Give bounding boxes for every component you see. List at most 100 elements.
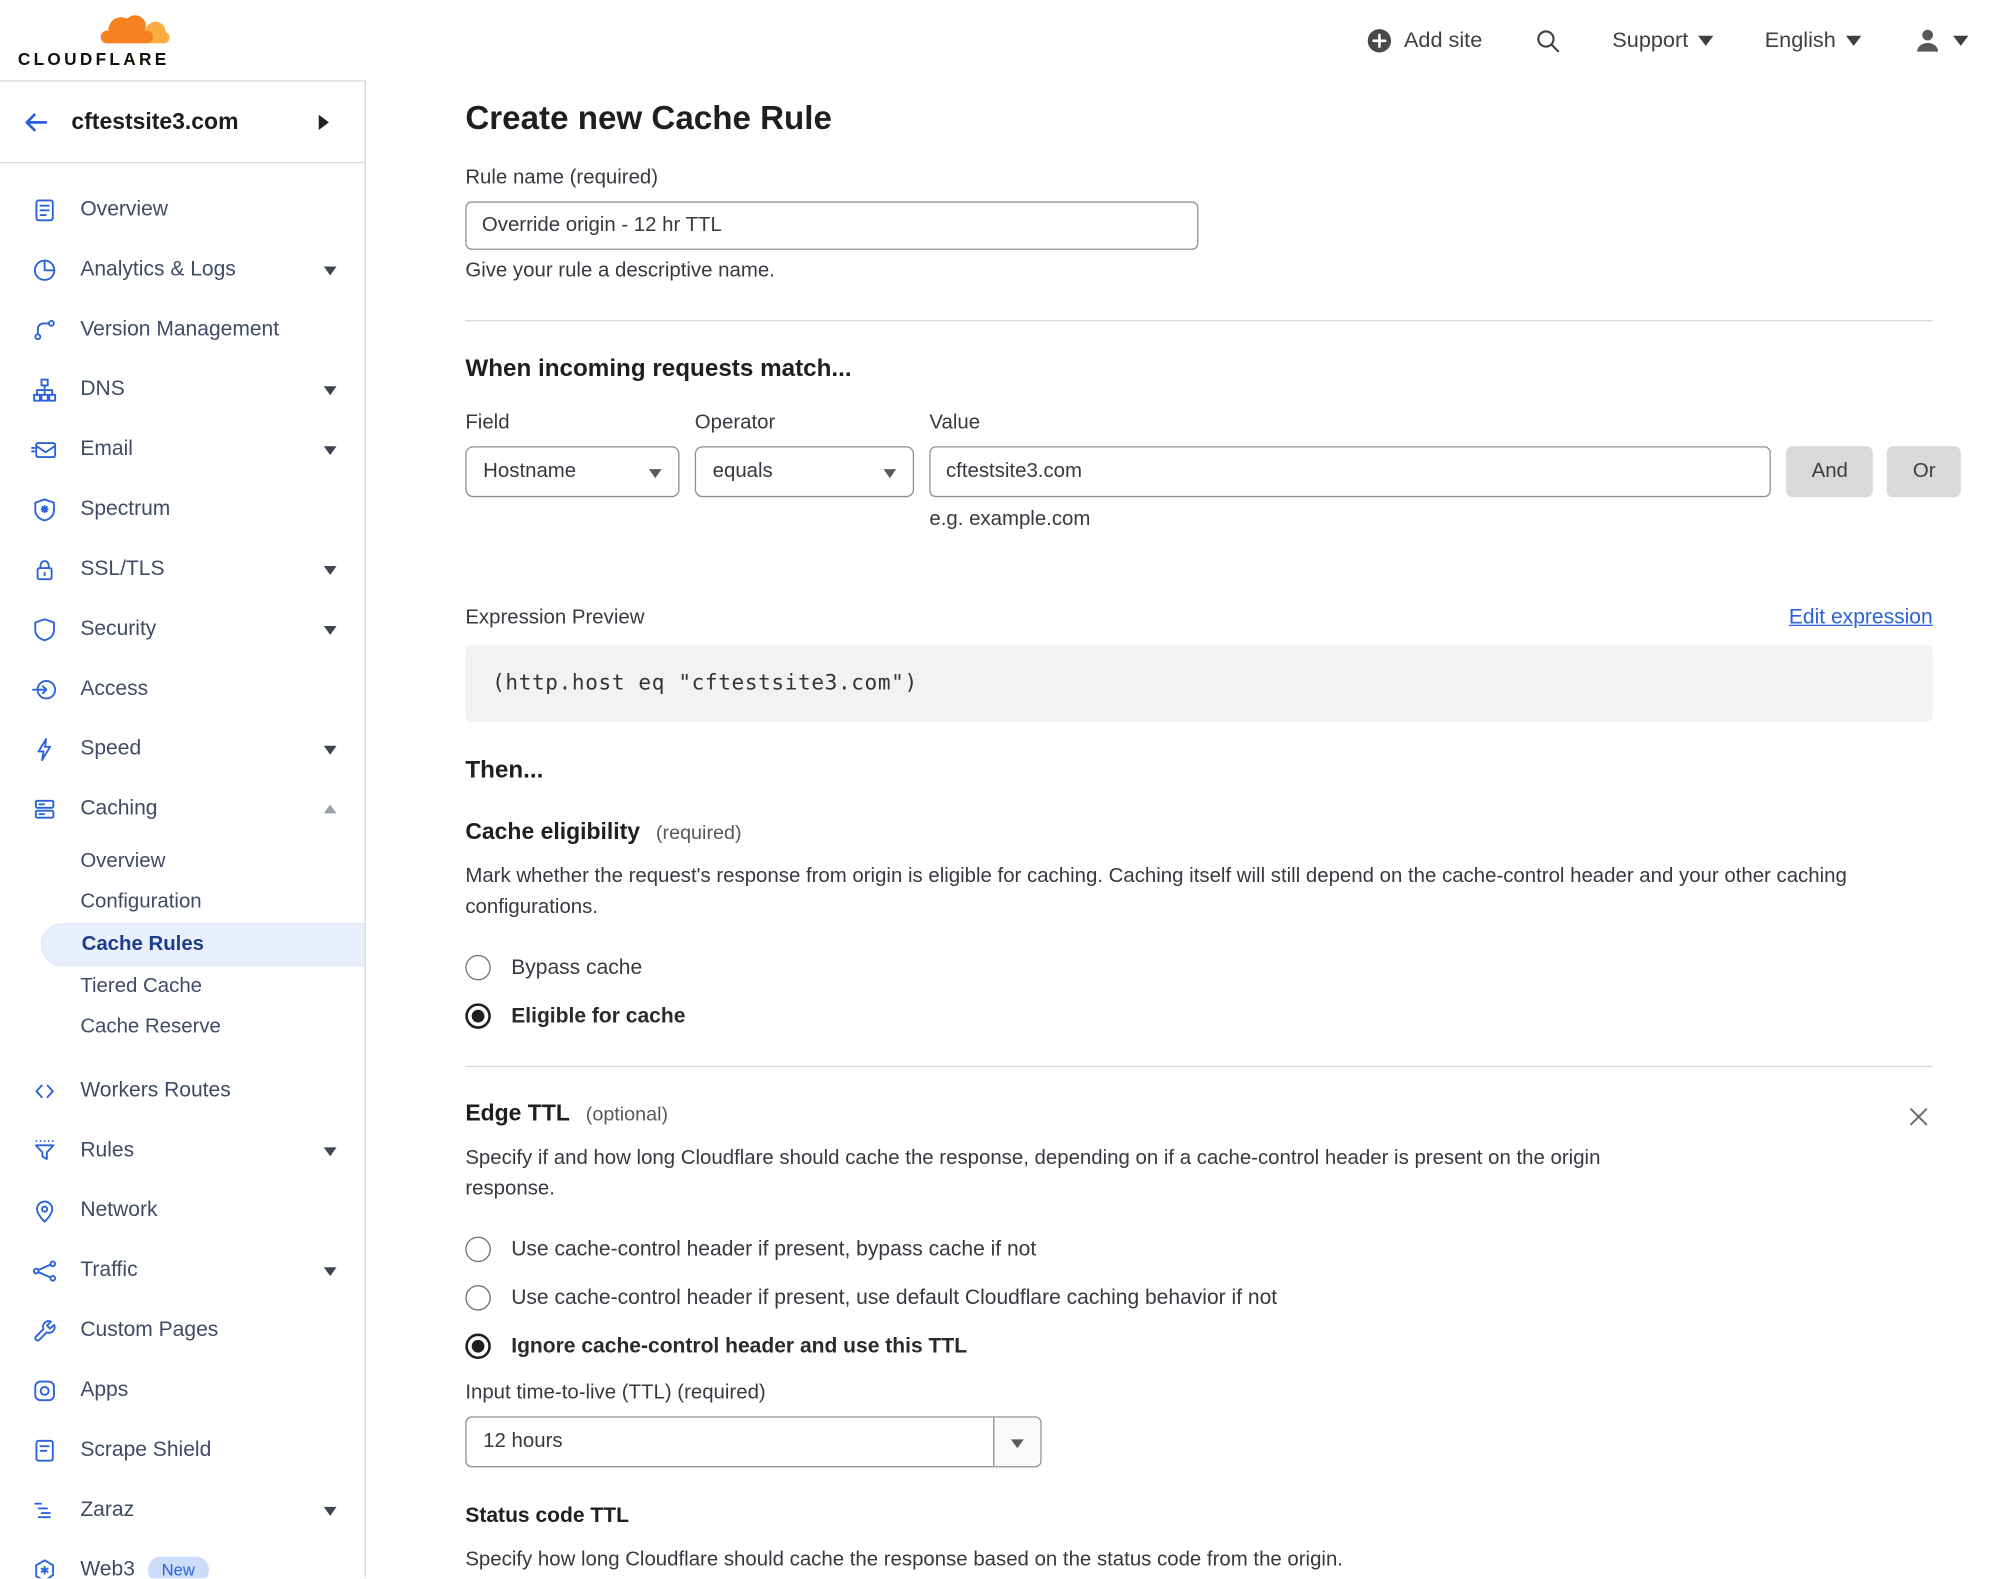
sidebar-item-spectrum[interactable]: Spectrum xyxy=(0,479,365,539)
main-content: Create new Cache Rule Rule name (require… xyxy=(366,80,1999,1578)
radio-option-use-cache-control-header-if-present-use-default-cloudflare-caching-behavior-if-not[interactable]: Use cache-control header if present, use… xyxy=(465,1285,1932,1311)
sidebar-item-label: Security xyxy=(80,617,157,640)
sidebar-item-access[interactable]: Access xyxy=(0,659,365,719)
language-label: English xyxy=(1764,27,1836,52)
close-icon[interactable] xyxy=(1905,1103,1933,1131)
field-select[interactable]: Hostname xyxy=(465,446,680,498)
field-label: Field xyxy=(465,411,510,434)
radio-unselected-icon[interactable] xyxy=(465,1236,491,1263)
sidebar-item-label: SSL/TLS xyxy=(80,557,165,581)
edge-ttl-heading: Edge TTL xyxy=(465,1100,570,1126)
sidebar-item-workers-routes[interactable]: Workers Routes xyxy=(0,1061,365,1121)
edge-ttl-options: Use cache-control header if present, byp… xyxy=(465,1236,1932,1360)
ttl-select[interactable]: 12 hours xyxy=(465,1416,1042,1468)
sidebar-item-network[interactable]: Network xyxy=(0,1181,365,1241)
edge-ttl-description: Specify if and how long Cloudflare shoul… xyxy=(465,1147,1601,1200)
sidebar-item-scrape-shield[interactable]: Scrape Shield xyxy=(0,1420,365,1480)
expression-preview-label: Expression Preview xyxy=(465,606,645,629)
ttl-select-button[interactable] xyxy=(993,1417,1041,1467)
chevron-up-icon xyxy=(323,797,337,813)
radio-option-eligible-for-cache[interactable]: Eligible for cache xyxy=(465,1003,1932,1029)
match-value-input[interactable] xyxy=(929,446,1771,498)
web3-icon xyxy=(31,1556,59,1579)
sidebar-subitem-tiered-cache[interactable]: Tiered Cache xyxy=(0,966,365,1007)
value-label: Value xyxy=(929,411,981,434)
sidebar-item-rules[interactable]: Rules xyxy=(0,1121,365,1181)
sidebar-item-web3[interactable]: Web3 New xyxy=(0,1540,365,1579)
operator-select-value: equals xyxy=(712,460,773,482)
chevron-right-icon[interactable] xyxy=(318,114,337,130)
shield-star-icon xyxy=(31,495,59,523)
user-icon xyxy=(1917,29,1939,51)
language-menu[interactable]: English xyxy=(1765,27,1862,54)
radio-unselected-icon[interactable] xyxy=(465,954,491,981)
radio-option-use-cache-control-header-if-present-bypass-cache-if-not[interactable]: Use cache-control header if present, byp… xyxy=(465,1236,1932,1263)
sidebar-item-label: Version Management xyxy=(80,317,280,341)
cloudflare-wordmark: CLOUDFLARE xyxy=(17,49,170,69)
chevron-down-icon xyxy=(323,1506,337,1521)
chevron-down-icon xyxy=(1698,35,1714,54)
chevron-down-icon xyxy=(883,468,897,484)
radio-selected-icon[interactable] xyxy=(465,1333,491,1360)
cache-eligibility-heading: Cache eligibility xyxy=(465,818,641,844)
chevron-down-icon xyxy=(323,565,337,580)
funnel-icon xyxy=(31,1137,59,1165)
sidebar-item-label: Analytics & Logs xyxy=(80,257,236,281)
sidebar-item-ssl-tls[interactable]: SSL/TLS xyxy=(0,539,365,599)
sidebar-item-speed[interactable]: Speed xyxy=(0,719,365,779)
and-button[interactable]: And xyxy=(1786,446,1874,498)
chevron-down-icon xyxy=(323,445,337,461)
radio-option-bypass-cache[interactable]: Bypass cache xyxy=(465,954,1932,981)
or-button[interactable]: Or xyxy=(1887,446,1962,498)
sidebar-item-label: Workers Routes xyxy=(80,1078,231,1102)
operator-select[interactable]: equals xyxy=(694,446,915,498)
sidebar-item-label: Custom Pages xyxy=(80,1318,219,1342)
chevron-down-icon xyxy=(1953,35,1969,54)
sidebar-subitem-cache-rules[interactable]: Cache Rules xyxy=(40,923,365,967)
sidebar-item-traffic[interactable]: Traffic xyxy=(0,1240,365,1300)
match-builder: Field Operator Value Hostname equals And… xyxy=(465,411,1962,532)
cache-eligibility-description: Mark whether the request's response from… xyxy=(465,865,1847,918)
add-site-button[interactable]: Add site xyxy=(1366,26,1483,54)
add-site-label: Add site xyxy=(1403,27,1483,52)
value-hint: e.g. example.com xyxy=(929,508,1091,531)
rule-name-help: Give your rule a descriptive name. xyxy=(465,260,775,282)
sidebar-item-overview[interactable]: Overview xyxy=(0,180,365,240)
sidebar-item-email[interactable]: Email xyxy=(0,419,365,479)
sidebar-item-label: Apps xyxy=(80,1378,129,1402)
sidebar-item-dns[interactable]: DNS xyxy=(0,360,365,420)
divider xyxy=(465,319,1933,322)
sidebar-subitem-cache-reserve[interactable]: Cache Reserve xyxy=(0,1007,365,1048)
app-icon xyxy=(31,1376,59,1404)
radio-selected-icon[interactable] xyxy=(465,1003,491,1029)
sidebar-item-label: Overview xyxy=(80,197,168,221)
sidebar-item-zaraz[interactable]: Zaraz xyxy=(0,1480,365,1540)
search-button[interactable] xyxy=(1533,26,1561,54)
sidebar-item-security[interactable]: Security xyxy=(0,599,365,659)
status-code-ttl-heading: Status code TTL xyxy=(465,1504,629,1528)
back-arrow-icon[interactable] xyxy=(20,106,51,137)
envelope-icon xyxy=(31,435,59,463)
account-menu[interactable] xyxy=(1912,25,1969,56)
padlock-icon xyxy=(31,555,59,583)
radio-unselected-icon[interactable] xyxy=(465,1285,491,1311)
pin-icon xyxy=(31,1196,59,1224)
edit-expression-link[interactable]: Edit expression xyxy=(1789,606,1933,630)
sidebar-subitem-configuration[interactable]: Configuration xyxy=(0,882,365,923)
support-menu[interactable]: Support xyxy=(1612,27,1714,54)
search-icon xyxy=(1536,29,1559,52)
sidebar-item-custom-pages[interactable]: Custom Pages xyxy=(0,1300,365,1360)
sidebar-item-analytics-logs[interactable]: Analytics & Logs xyxy=(0,240,365,300)
rule-name-input[interactable] xyxy=(465,201,1199,250)
sidebar-item-version-management[interactable]: Version Management xyxy=(0,300,365,360)
edge-ttl-qualifier: (optional) xyxy=(585,1104,669,1126)
page-title: Create new Cache Rule xyxy=(465,98,832,137)
sidebar-site-header: cftestsite3.com xyxy=(0,82,365,164)
cloudflare-logo[interactable]: CLOUDFLARE xyxy=(18,12,177,68)
branch-icon xyxy=(31,316,59,344)
sidebar-item-apps[interactable]: Apps xyxy=(0,1360,365,1420)
sidebar-subitem-overview[interactable]: Overview xyxy=(0,841,365,882)
radio-option-ignore-cache-control-header-and-use-this-ttl[interactable]: Ignore cache-control header and use this… xyxy=(465,1333,1932,1360)
sidebar-subnav-caching: Overview Configuration Cache Rules Tiered C… xyxy=(0,839,365,1061)
sidebar-item-caching[interactable]: Caching xyxy=(0,779,365,839)
